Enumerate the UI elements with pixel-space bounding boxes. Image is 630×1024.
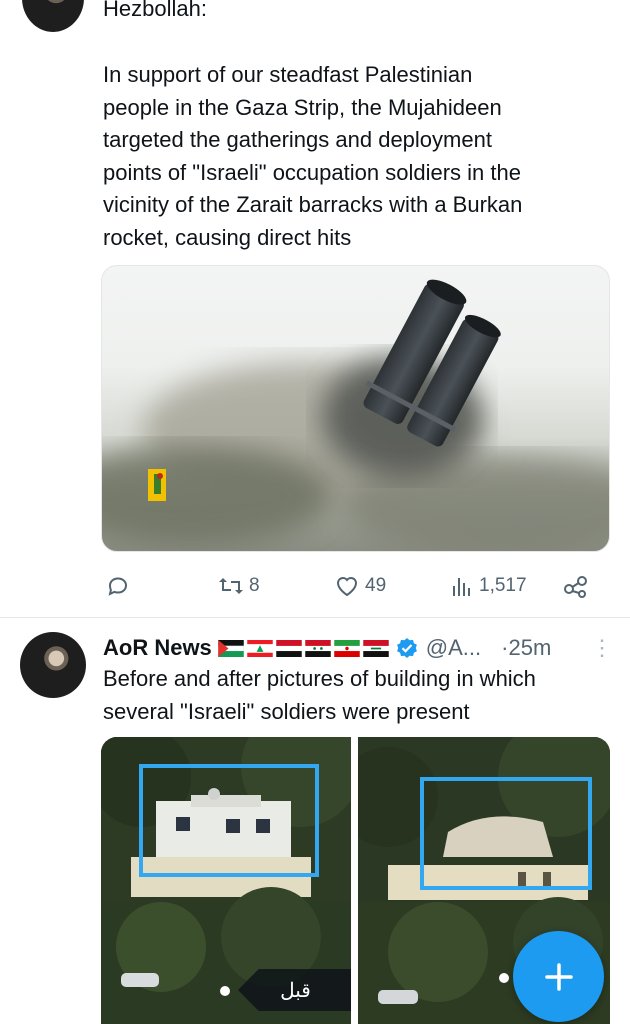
author-name[interactable]: AoR News — [103, 635, 212, 661]
repost-button[interactable]: 8 — [218, 566, 260, 606]
lebanon-flag — [247, 639, 273, 657]
iran-flag — [334, 639, 360, 657]
like-count: 49 — [365, 575, 387, 596]
share-button[interactable] — [563, 566, 589, 606]
compose-button[interactable] — [513, 931, 604, 1022]
highlight-box — [420, 777, 592, 890]
like-button[interactable]: 49 — [334, 566, 386, 606]
post-media-image[interactable] — [101, 265, 610, 552]
rocket-launcher-image — [102, 279, 609, 551]
post-timestamp[interactable]: ·25m — [501, 635, 551, 661]
palestine-flag — [217, 639, 244, 657]
share-icon — [564, 576, 587, 598]
post-author-line: Hezbollah: — [103, 0, 207, 21]
compose-plus-icon — [544, 962, 573, 991]
avatar[interactable] — [20, 632, 86, 698]
before-label-badge: قبل — [238, 969, 351, 1011]
more-options-icon[interactable]: ⋮ — [591, 637, 613, 659]
avatar[interactable] — [22, 0, 84, 32]
heart-icon — [336, 577, 358, 597]
repost-count: 8 — [249, 575, 260, 596]
repost-icon — [219, 578, 243, 594]
carousel-dot — [220, 986, 230, 996]
views-count: 1,517 — [479, 575, 527, 596]
post-body: Before and after pictures of building in… — [103, 666, 536, 724]
reply-icon — [108, 577, 128, 596]
before-photo[interactable]: قبل — [101, 737, 351, 1024]
post-divider — [0, 617, 630, 618]
post-actions-bar: 8 49 1,517 — [0, 566, 630, 606]
post-body: In support of our steadfast Palestinian … — [103, 62, 523, 250]
iraq-flag — [363, 639, 389, 657]
flag-list — [217, 639, 389, 657]
highlight-box — [139, 764, 319, 877]
author-handle[interactable]: @A... — [426, 635, 481, 661]
views-icon — [453, 578, 470, 596]
verified-badge-icon[interactable] — [396, 637, 418, 659]
yemen-flag — [276, 639, 302, 657]
reply-button[interactable] — [106, 566, 130, 606]
syria-flag — [305, 639, 331, 657]
views-button[interactable]: 1,517 — [452, 566, 527, 606]
carousel-dot — [499, 973, 509, 983]
post-header: AoR News @A... ·25m ⋮ — [103, 632, 613, 664]
